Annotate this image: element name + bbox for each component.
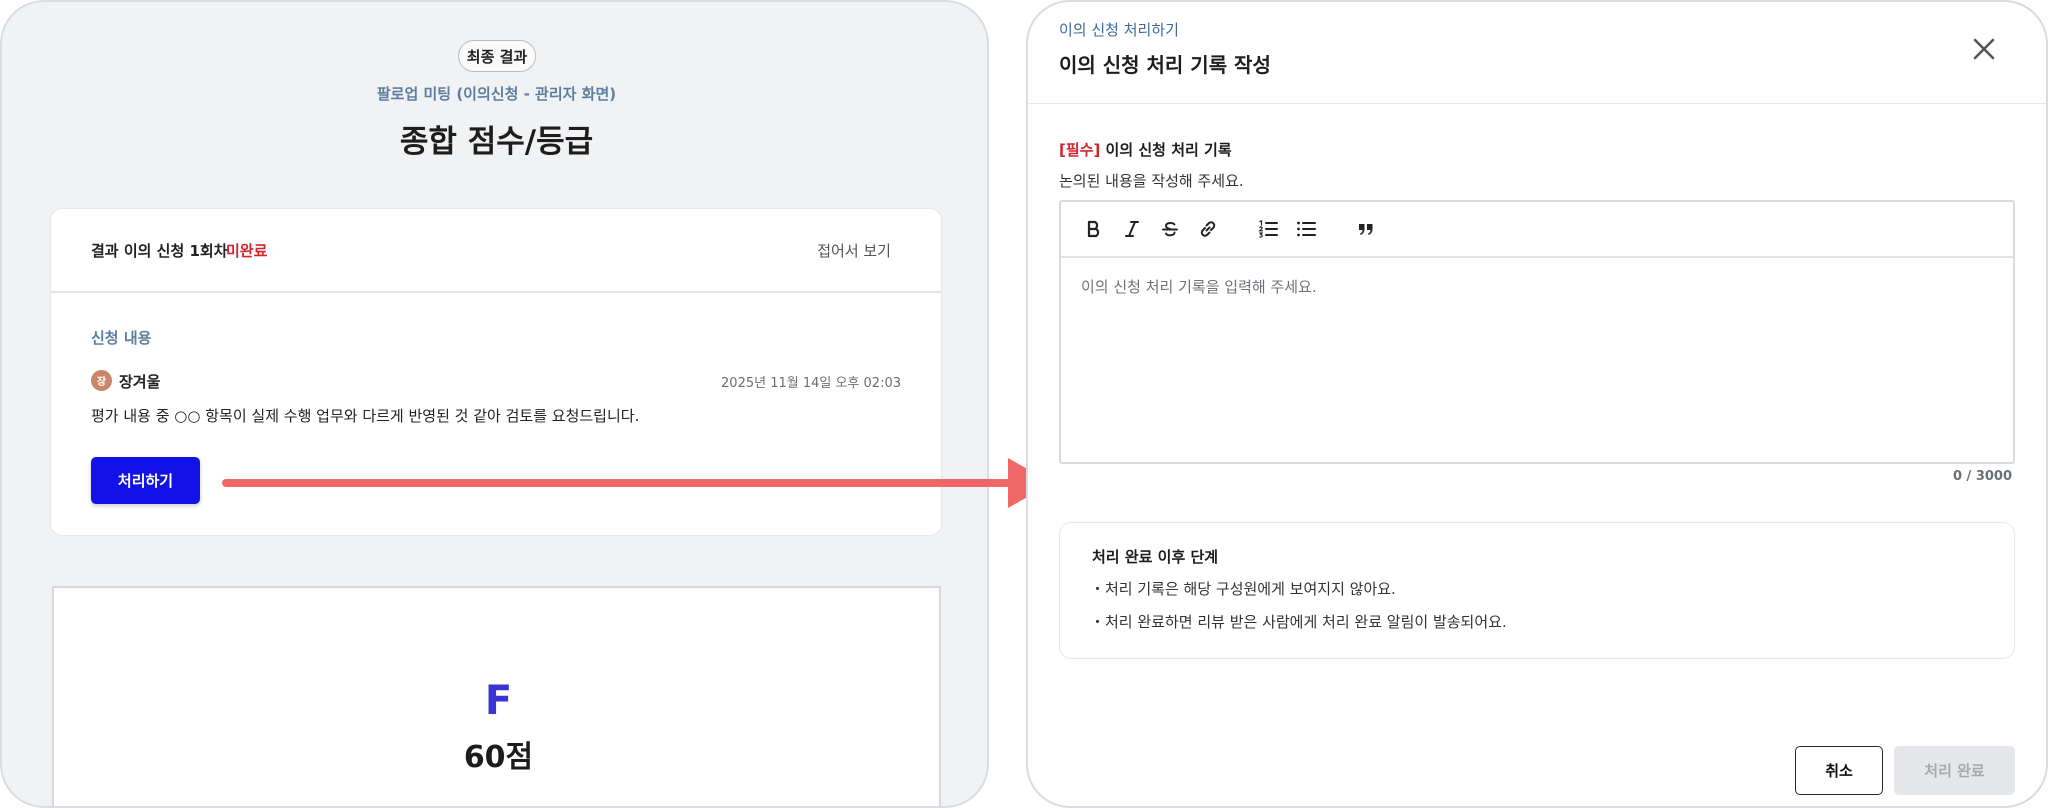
request-content-label: 신청 내용 (91, 329, 152, 347)
post-completion-info: 처리 완료 이후 단계 ・처리 기록은 해당 구성원에게 보여지지 않아요. ・… (1059, 522, 2015, 659)
info-item: ・처리 완료하면 리뷰 받은 사람에게 처리 완료 알림이 발송되어요. (1090, 613, 1507, 631)
page-title: 종합 점수/등급 (399, 124, 594, 160)
avatar: 장 (91, 370, 112, 391)
appeal-card-header: 결과 이의 신청 1회차 미완료 접어서 보기 (51, 209, 941, 293)
rich-text-editor (1059, 200, 2015, 464)
info-item: ・처리 기록은 해당 구성원에게 보여지지 않아요. (1090, 580, 1396, 598)
ordered-list-icon[interactable] (1255, 216, 1281, 242)
required-tag: [필수] (1059, 141, 1101, 159)
field-label-text: 이의 신청 처리 기록 (1105, 141, 1232, 159)
final-result-badge: 최종 결과 (458, 40, 536, 72)
grade-letter: F (484, 678, 513, 724)
process-button[interactable]: 처리하기 (91, 457, 200, 504)
quote-icon[interactable] (1353, 216, 1379, 242)
result-screen: 최종 결과 팔로업 미팅 (이의신청 - 관리자 화면) 종합 점수/등급 결과… (0, 0, 989, 808)
record-textarea[interactable] (1061, 258, 2013, 462)
italic-icon[interactable] (1119, 216, 1145, 242)
strikethrough-icon[interactable] (1157, 216, 1183, 242)
char-counter: 0 / 3000 (1952, 469, 2012, 484)
appeal-process-modal: 이의 신청 처리하기 이의 신청 처리 기록 작성 [필수] 이의 신청 처리 … (1026, 0, 2048, 808)
link-icon[interactable] (1195, 216, 1221, 242)
page-subtitle: 팔로업 미팅 (이의신청 - 관리자 화면) (376, 85, 617, 103)
modal-header: 이의 신청 처리하기 이의 신청 처리 기록 작성 (1028, 2, 2046, 104)
complete-button[interactable]: 처리 완료 (1894, 746, 2015, 795)
request-body: 평가 내용 중 ○○ 항목이 실제 수행 업무와 다르게 반영된 것 같아 검토… (91, 407, 640, 425)
appeal-round-title: 결과 이의 신청 1회차 (91, 242, 228, 260)
bold-icon[interactable] (1081, 216, 1107, 242)
modal-eyebrow: 이의 신청 처리하기 (1059, 21, 1179, 39)
request-timestamp: 2025년 11월 14일 오후 02:03 (721, 376, 901, 391)
cancel-button[interactable]: 취소 (1795, 746, 1883, 795)
bullet-list-icon[interactable] (1293, 216, 1319, 242)
author-name: 장겨울 (119, 373, 161, 391)
status-badge: 미완료 (226, 242, 268, 260)
collapse-toggle[interactable]: 접어서 보기 (817, 240, 891, 261)
info-title: 처리 완료 이후 단계 (1092, 548, 1219, 566)
total-score: 60점 (463, 740, 534, 775)
editor-toolbar (1061, 202, 2013, 258)
grade-card: F 60점 (52, 586, 941, 806)
modal-title: 이의 신청 처리 기록 작성 (1059, 53, 1271, 77)
field-label: [필수] 이의 신청 처리 기록 (1059, 139, 1232, 160)
appeal-card: 결과 이의 신청 1회차 미완료 접어서 보기 신청 내용 장 장겨울 2025… (50, 208, 942, 536)
field-helper-text: 논의된 내용을 작성해 주세요. (1059, 172, 1244, 190)
close-icon[interactable] (1970, 35, 1998, 63)
